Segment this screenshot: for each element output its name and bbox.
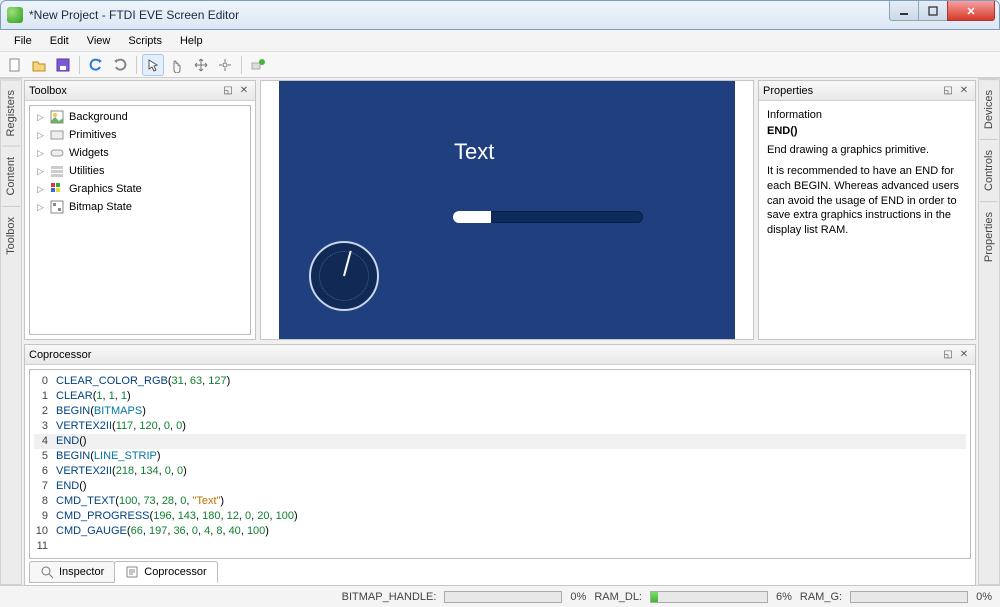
canvas-text-widget[interactable]: Text: [454, 139, 494, 165]
preview-canvas[interactable]: Text: [279, 81, 735, 339]
code-line[interactable]: 7END(): [34, 479, 966, 494]
status-ramdl-meter: [650, 591, 768, 603]
properties-title: Properties: [763, 85, 937, 97]
code-line[interactable]: 9CMD_PROGRESS(196, 143, 180, 12, 0, 20, …: [34, 509, 966, 524]
toolbox-float-button[interactable]: ◱: [221, 84, 235, 98]
status-bar: BITMAP_HANDLE: 0% RAM_DL: 6% RAM_G: 0%: [0, 585, 1000, 607]
main-toolbar: [0, 52, 1000, 78]
code-line[interactable]: 8CMD_TEXT(100, 73, 28, 0, "Text"): [34, 494, 966, 509]
properties-desc-2: It is recommended to have an END for eac…: [767, 164, 967, 238]
coprocessor-close-button[interactable]: ✕: [957, 348, 971, 362]
run-button[interactable]: [247, 54, 269, 76]
coprocessor-title: Coprocessor: [29, 349, 937, 361]
status-ramg-meter: [850, 591, 968, 603]
coprocessor-float-button[interactable]: ◱: [941, 348, 955, 362]
code-line[interactable]: 2BEGIN(BITMAPS): [34, 404, 966, 419]
minimize-button[interactable]: [889, 1, 919, 21]
tab-toolbox[interactable]: Toolbox: [2, 206, 20, 265]
new-file-button[interactable]: [4, 54, 26, 76]
properties-section-heading: Information: [767, 109, 967, 121]
code-line[interactable]: 6VERTEX2II(218, 134, 0, 0): [34, 464, 966, 479]
menu-bar: File Edit View Scripts Help: [0, 30, 1000, 52]
open-file-button[interactable]: [28, 54, 50, 76]
left-dock-tabs: Registers Content Toolbox: [0, 78, 22, 585]
code-line[interactable]: 5BEGIN(LINE_STRIP): [34, 449, 966, 464]
tree-item-widgets[interactable]: ▷Widgets: [32, 144, 248, 162]
canvas-gauge-widget[interactable]: [309, 241, 379, 311]
tree-item-primitives[interactable]: ▷Primitives: [32, 126, 248, 144]
toolbox-title: Toolbox: [29, 85, 217, 97]
code-line[interactable]: 4END(): [34, 434, 966, 449]
code-line[interactable]: 11: [34, 539, 966, 554]
tab-content[interactable]: Content: [2, 146, 20, 206]
status-ramdl-label: RAM_DL:: [594, 591, 642, 603]
tab-registers[interactable]: Registers: [2, 79, 20, 146]
properties-float-button[interactable]: ◱: [941, 84, 955, 98]
status-ramdl-pct: 6%: [776, 591, 792, 603]
menu-file[interactable]: File: [6, 32, 40, 50]
status-ramg-label: RAM_G:: [800, 591, 842, 603]
tree-item-graphics-state[interactable]: ▷Graphics State: [32, 180, 248, 198]
hand-tool-button[interactable]: [166, 54, 188, 76]
status-bitmap-pct: 0%: [570, 591, 586, 603]
menu-view[interactable]: View: [79, 32, 119, 50]
code-line[interactable]: 3VERTEX2II(117, 120, 0, 0): [34, 419, 966, 434]
window-titlebar: *New Project - FTDI EVE Screen Editor: [0, 0, 1000, 30]
bottom-tab-strip: Inspector Coprocessor: [25, 561, 975, 585]
redo-button[interactable]: [109, 54, 131, 76]
coprocessor-code-editor[interactable]: 0CLEAR_COLOR_RGB(31, 63, 127)1CLEAR(1, 1…: [29, 369, 971, 559]
tree-item-bitmap-state[interactable]: ▷Bitmap State: [32, 198, 248, 216]
status-bitmap-meter: [444, 591, 562, 603]
window-title: *New Project - FTDI EVE Screen Editor: [29, 8, 239, 22]
properties-panel: Properties ◱ ✕ Information END() End dra…: [758, 80, 976, 340]
preview-canvas-wrap: Text: [260, 80, 754, 340]
canvas-progress-widget[interactable]: [453, 211, 643, 223]
properties-close-button[interactable]: ✕: [957, 84, 971, 98]
coprocessor-panel: Coprocessor ◱ ✕ 0CLEAR_COLOR_RGB(31, 63,…: [24, 344, 976, 586]
code-line[interactable]: 0CLEAR_COLOR_RGB(31, 63, 127): [34, 374, 966, 389]
right-dock-tabs: Devices Controls Properties: [978, 78, 1000, 585]
maximize-button[interactable]: [918, 1, 948, 21]
toolbox-tree[interactable]: ▷Background ▷Primitives ▷Widgets ▷Utilit…: [29, 105, 251, 335]
code-line[interactable]: 10CMD_GAUGE(66, 197, 36, 0, 4, 8, 40, 10…: [34, 524, 966, 539]
save-button[interactable]: [52, 54, 74, 76]
status-bitmap-label: BITMAP_HANDLE:: [342, 591, 437, 603]
window-buttons: [890, 1, 995, 22]
toolbox-close-button[interactable]: ✕: [237, 84, 251, 98]
undo-button[interactable]: [85, 54, 107, 76]
tab-coprocessor[interactable]: Coprocessor: [114, 561, 217, 583]
tree-item-background[interactable]: ▷Background: [32, 108, 248, 126]
app-icon: [7, 7, 23, 23]
move-tool-button[interactable]: [190, 54, 212, 76]
tab-properties[interactable]: Properties: [980, 201, 998, 272]
tree-item-utilities[interactable]: ▷Utilities: [32, 162, 248, 180]
tab-inspector[interactable]: Inspector: [29, 561, 115, 583]
close-button[interactable]: [947, 1, 995, 21]
code-line[interactable]: 1CLEAR(1, 1, 1): [34, 389, 966, 404]
properties-function-name: END(): [767, 125, 967, 137]
menu-help[interactable]: Help: [172, 32, 211, 50]
tab-controls[interactable]: Controls: [980, 139, 998, 201]
toolbox-panel: Toolbox ◱ ✕ ▷Background ▷Primitives ▷Wid…: [24, 80, 256, 340]
properties-desc-1: End drawing a graphics primitive.: [767, 143, 967, 158]
pointer-tool-button[interactable]: [142, 54, 164, 76]
tab-devices[interactable]: Devices: [980, 79, 998, 139]
center-tool-button[interactable]: [214, 54, 236, 76]
status-ramg-pct: 0%: [976, 591, 992, 603]
menu-edit[interactable]: Edit: [42, 32, 77, 50]
menu-scripts[interactable]: Scripts: [120, 32, 170, 50]
